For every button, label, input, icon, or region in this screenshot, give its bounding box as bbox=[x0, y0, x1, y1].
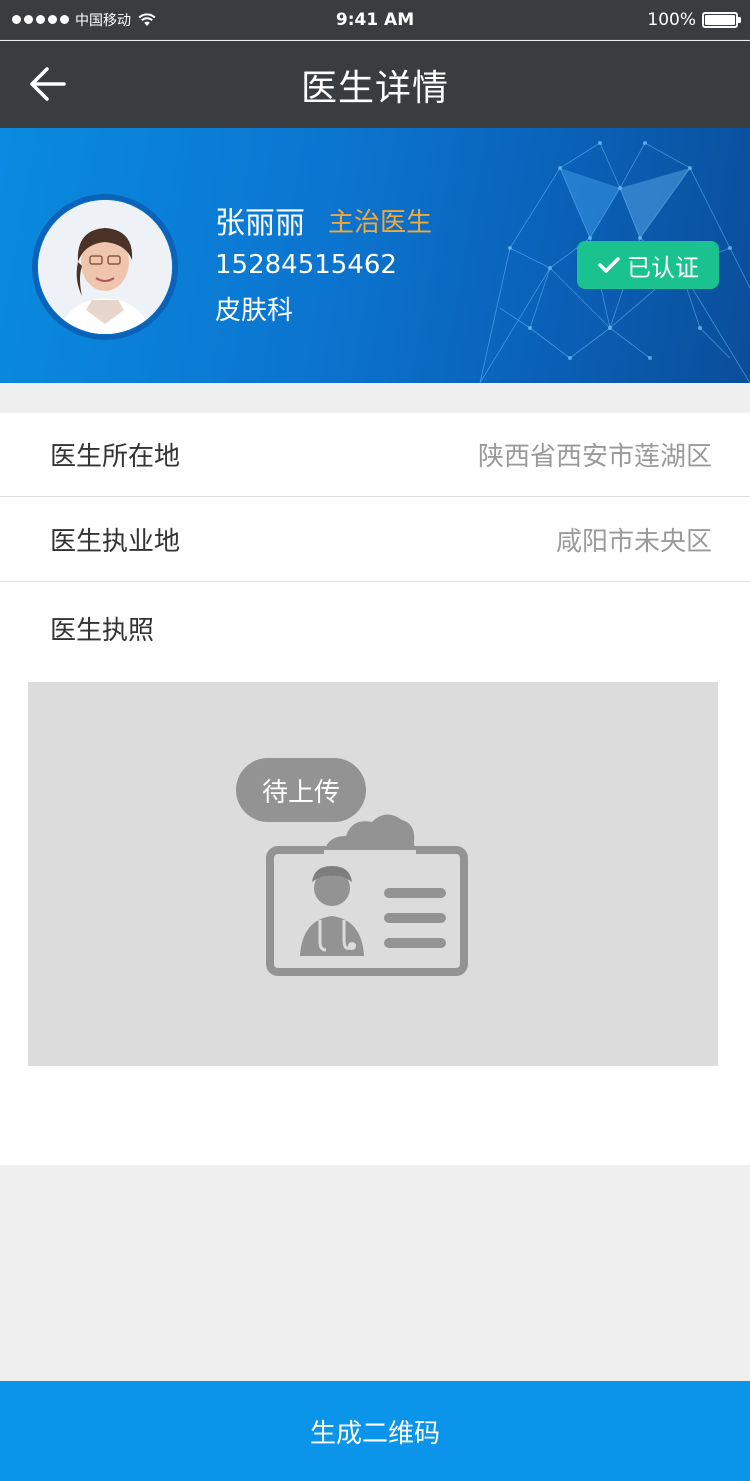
verified-badge: 已认证 bbox=[577, 241, 719, 289]
location-value: 陕西省西安市莲湖区 bbox=[477, 442, 712, 472]
doctor-portrait-icon bbox=[38, 200, 172, 334]
back-button[interactable] bbox=[22, 61, 72, 107]
license-label: 医生执照 bbox=[50, 616, 155, 646]
license-upload-area[interactable]: 待上传 bbox=[28, 682, 718, 1066]
pending-upload-badge: 待上传 bbox=[236, 758, 366, 822]
doctor-name: 张丽丽 bbox=[215, 206, 305, 241]
checkmark-icon bbox=[598, 257, 620, 273]
battery-percent: 100% bbox=[647, 9, 696, 30]
location-row: 医生所在地 陕西省西安市莲湖区 bbox=[0, 413, 750, 497]
arrow-left-icon bbox=[30, 67, 66, 101]
doctor-info-card: 医生所在地 陕西省西安市莲湖区 医生执业地 咸阳市未央区 医生执照 待上传 bbox=[0, 413, 750, 1165]
signal-strength-icon bbox=[12, 15, 69, 24]
status-left: 中国移动 bbox=[12, 10, 157, 30]
status-bar: 中国移动 9:41 AM 100% bbox=[0, 0, 750, 40]
status-right: 100% bbox=[647, 9, 741, 30]
doctor-department: 皮肤科 bbox=[215, 296, 294, 326]
wifi-icon bbox=[138, 12, 156, 26]
doctor-title: 主治医生 bbox=[328, 208, 433, 238]
practice-location-label: 医生执业地 bbox=[50, 527, 181, 557]
doctor-banner: 张丽丽 主治医生 15284515462 皮肤科 已认证 bbox=[0, 128, 750, 383]
generate-qr-button[interactable]: 生成二维码 bbox=[0, 1381, 750, 1481]
location-label: 医生所在地 bbox=[50, 442, 181, 472]
carrier-name: 中国移动 bbox=[75, 12, 131, 29]
nav-bar: 医生详情 bbox=[0, 41, 750, 128]
practice-location-row: 医生执业地 咸阳市未央区 bbox=[0, 498, 750, 582]
avatar bbox=[32, 194, 178, 340]
page-title: 医生详情 bbox=[300, 67, 449, 109]
doctor-phone: 15284515462 bbox=[215, 250, 397, 280]
doctor-photo bbox=[38, 200, 172, 334]
battery-icon bbox=[702, 11, 741, 28]
verified-label: 已认证 bbox=[627, 253, 699, 282]
practice-location-value: 咸阳市未央区 bbox=[555, 527, 712, 557]
